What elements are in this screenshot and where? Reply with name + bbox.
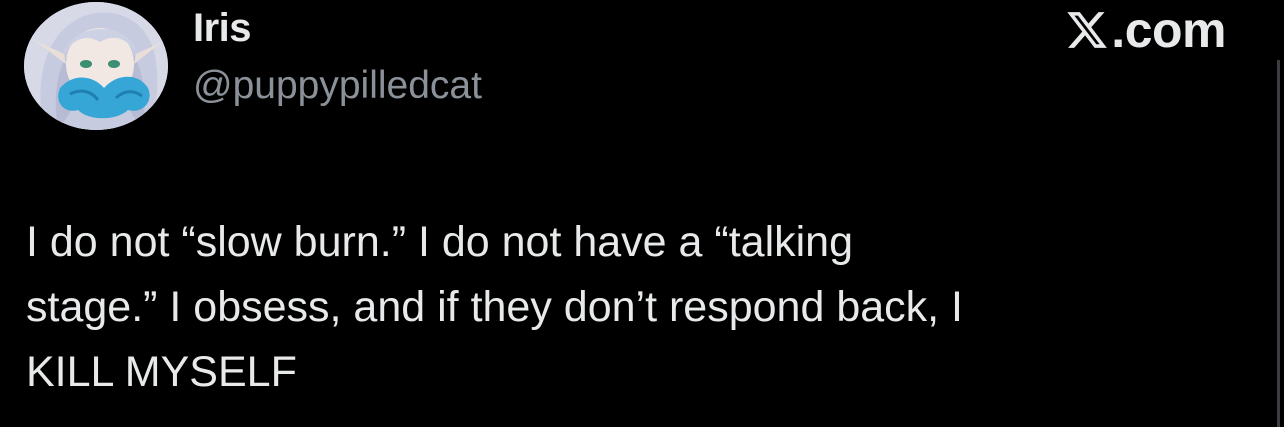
display-name[interactable]: Iris bbox=[193, 4, 252, 52]
avatar-image bbox=[24, 2, 168, 130]
x-brand-watermark: .com bbox=[1065, 4, 1226, 56]
avatar[interactable] bbox=[24, 2, 168, 130]
tweet-card: Iris @puppypilledcat .com I do not “slow… bbox=[0, 0, 1284, 427]
tweet-text: I do not “slow burn.” I do not have a “t… bbox=[26, 218, 963, 396]
brand-domain-text: .com bbox=[1111, 2, 1226, 58]
user-handle[interactable]: @puppypilledcat bbox=[193, 62, 482, 110]
x-logo-icon bbox=[1067, 12, 1108, 48]
edge-divider bbox=[1277, 60, 1280, 427]
